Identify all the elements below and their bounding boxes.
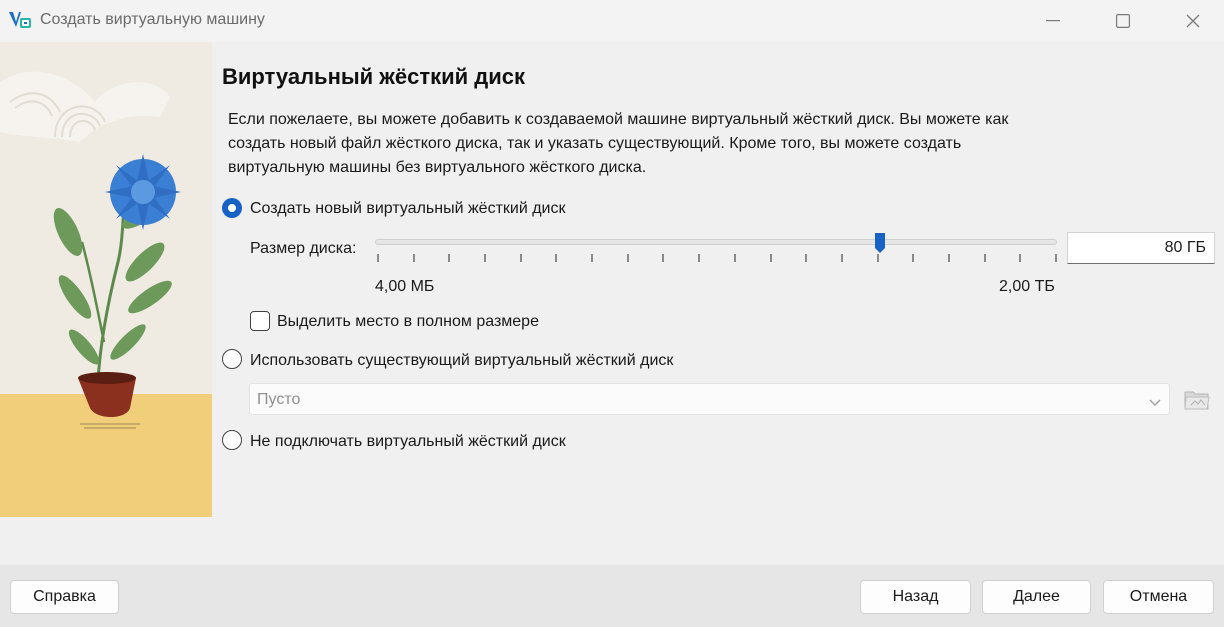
wizard-illustration [0,42,212,517]
preallocate-label[interactable]: Выделить место в полном размере [277,313,539,331]
description-line: создать новый файл жёсткого диска, так и… [228,135,962,152]
description-line: виртуальную машины без виртуального жёст… [228,159,647,176]
maximize-button[interactable] [1088,0,1158,42]
use-existing-disk-radio[interactable] [222,349,242,369]
disk-size-slider[interactable] [375,239,1057,245]
slider-tick [805,254,807,262]
back-button[interactable]: Назад [860,580,971,614]
disk-size-min-label: 4,00 МБ [375,278,435,295]
use-existing-disk-label[interactable]: Использовать существующий виртуальный жё… [250,352,673,370]
choose-disk-file-button[interactable] [1183,385,1211,413]
help-button[interactable]: Справка [10,580,119,614]
slider-tick [984,254,986,262]
cancel-button[interactable]: Отмена [1103,580,1214,614]
slider-tick [662,254,664,262]
next-button[interactable]: Далее [982,580,1091,614]
window-title: Создать виртуальную машину [40,11,265,28]
slider-tick [591,254,593,262]
slider-tick [698,254,700,262]
slider-tick [555,254,557,262]
folder-icon [1184,391,1210,410]
slider-tick [520,254,522,262]
disk-size-slider-handle[interactable] [874,232,886,254]
preallocate-checkbox[interactable] [250,311,270,331]
slider-tick [770,254,772,262]
slider-tick [912,254,914,262]
slider-tick [948,254,950,262]
create-new-disk-radio[interactable] [222,198,242,218]
slider-tick [1019,254,1021,262]
slider-tick [734,254,736,262]
slider-tick [484,254,486,262]
slider-tick [877,254,879,262]
existing-disk-combo-value: Пусто [257,391,301,408]
page-title: Виртуальный жёсткий диск [222,64,526,89]
slider-tick [448,254,450,262]
existing-disk-combobox[interactable]: Пусто [249,383,1170,415]
slider-tick [841,254,843,262]
disk-size-input[interactable]: 80 ГБ [1067,232,1215,264]
slider-tick [413,254,415,262]
wizard-footer: Справка Назад Далее Отмена [0,565,1224,627]
page-description: Если пожелаете, вы можете добавить к соз… [228,108,1128,180]
create-new-disk-label[interactable]: Создать новый виртуальный жёсткий диск [250,200,566,218]
slider-tick [377,254,379,262]
virtualbox-app-icon [8,10,32,32]
slider-tick [627,254,629,262]
disk-size-slider-ticks [375,254,1065,264]
disk-size-max-label: 2,00 ТБ [999,278,1055,295]
disk-size-label: Размер диска: [250,240,357,257]
no-disk-radio[interactable] [222,430,242,450]
title-bar: Создать виртуальную машину [0,0,1224,42]
minimize-button[interactable] [1018,0,1088,42]
description-line: Если пожелаете, вы можете добавить к соз… [228,111,1009,128]
no-disk-label[interactable]: Не подключать виртуальный жёсткий диск [250,433,566,451]
close-button[interactable] [1158,0,1224,42]
slider-tick [1055,254,1057,262]
chevron-down-icon [1149,394,1161,412]
